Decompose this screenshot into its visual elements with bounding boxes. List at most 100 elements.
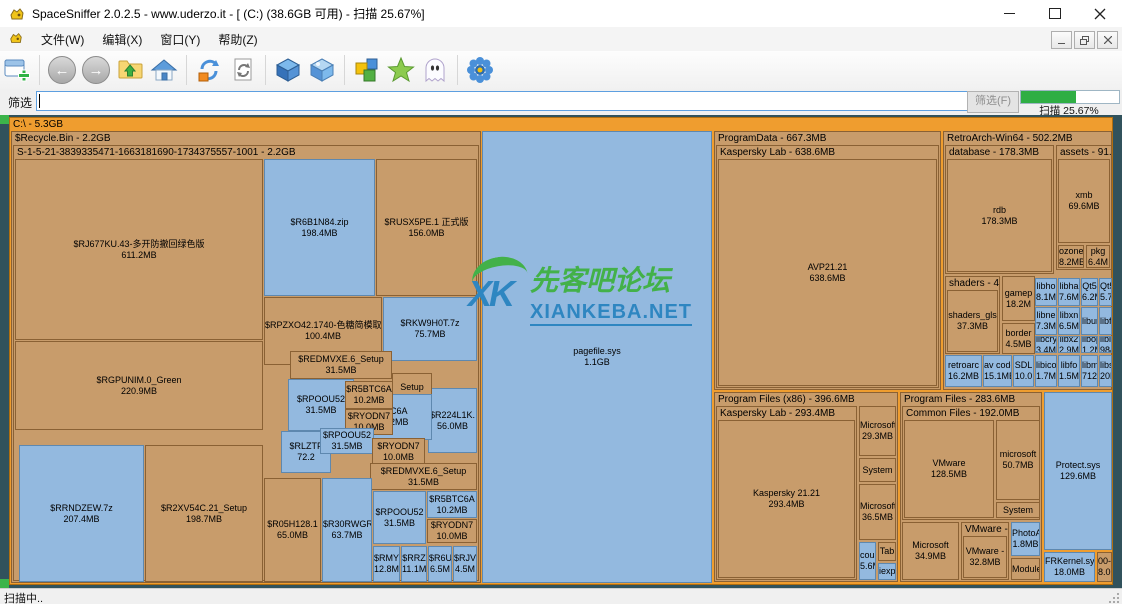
treemap-block-qt5-a[interactable]: Qt56.2M bbox=[1081, 278, 1098, 306]
treemap-block-iexp[interactable]: iexp bbox=[878, 563, 896, 580]
treemap-block-system-b[interactable]: System bbox=[996, 502, 1040, 518]
treemap-block-libfo[interactable]: libfo1.5M bbox=[1058, 355, 1080, 387]
treemap-block-libne[interactable]: libne7.3M bbox=[1035, 307, 1057, 335]
mdi-restore-button[interactable] bbox=[1074, 31, 1095, 49]
star-filter-button[interactable] bbox=[385, 54, 417, 86]
treemap-block-redmvxe-1[interactable]: $REDMVXE.6_Setup31.5MB bbox=[290, 351, 392, 379]
treemap-block-avp[interactable]: AVP21.21638.6MB bbox=[718, 159, 937, 386]
treemap-block-label: libxn6.5M bbox=[1059, 310, 1079, 332]
treemap-block-label: AVP21.21638.6MB bbox=[719, 262, 936, 284]
treemap-block-libico[interactable]: libico1.7M bbox=[1035, 355, 1057, 387]
treemap-block-liblz[interactable]: liblz984K bbox=[1099, 336, 1112, 353]
treemap-block-libxn[interactable]: libxn6.5M bbox=[1058, 307, 1080, 335]
resize-grip[interactable] bbox=[1109, 593, 1119, 603]
treemap-block-kaspersky-2121[interactable]: Kaspersky 21.21293.4MB bbox=[718, 420, 855, 578]
treemap-block-f002[interactable]: 00-28.0M bbox=[1097, 552, 1112, 582]
back-button[interactable]: ← bbox=[46, 54, 78, 86]
treemap-block-libcry[interactable]: libcry3.4M bbox=[1035, 336, 1057, 353]
elements-view-button[interactable] bbox=[351, 54, 383, 86]
treemap-block-rrz[interactable]: $RRZ11.1M bbox=[401, 546, 427, 582]
treemap-block-rusx5pe[interactable]: $RUSX5PE.1 正式版156.0MB bbox=[376, 159, 477, 296]
master-view-button[interactable] bbox=[272, 54, 304, 86]
treemap-block-rj677ku[interactable]: $RJ677KU.43-多开防撤回绿色版611.2MB bbox=[15, 159, 263, 340]
treemap-block-rrndzew[interactable]: $RRNDZEW.7z207.4MB bbox=[19, 445, 144, 582]
menu-window[interactable]: 窗口(Y) bbox=[151, 28, 209, 51]
ghost-filter-button[interactable] bbox=[419, 54, 451, 86]
treemap-block-libop[interactable]: libop1.2M bbox=[1081, 336, 1098, 353]
minimize-button[interactable] bbox=[987, 0, 1032, 27]
new-view-button[interactable] bbox=[1, 54, 33, 86]
treemap-block-r6u[interactable]: $R6U6.5M bbox=[428, 546, 452, 582]
treemap-block-libha[interactable]: libha7.6M bbox=[1058, 278, 1080, 306]
treemap-block-protect-sys[interactable]: Protect.sys129.6MB bbox=[1044, 392, 1112, 550]
treemap-block-redmvxe-2[interactable]: $REDMVXE.6_Setup31.5MB bbox=[370, 463, 477, 490]
maximize-button[interactable] bbox=[1032, 0, 1077, 27]
treemap-block-libfr[interactable]: libfr bbox=[1099, 307, 1112, 335]
treemap-block-rpoou-3[interactable]: $RPOOU5231.5MB bbox=[373, 491, 426, 544]
close-button[interactable] bbox=[1077, 0, 1122, 27]
menu-edit[interactable]: 编辑(X) bbox=[93, 28, 151, 51]
treemap-block-r5btc6a-1[interactable]: $R5BTC6A10.2MB bbox=[345, 381, 393, 409]
treemap-block-ryodn-2[interactable]: $RYODN710.0MB bbox=[372, 438, 425, 466]
treemap-block-ryodn-3[interactable]: $RYODN710.0MB bbox=[427, 519, 477, 543]
treemap-block-photoa[interactable]: PhotoA1.8MB bbox=[1011, 522, 1040, 556]
treemap-block-libm[interactable]: libm712K bbox=[1081, 355, 1098, 387]
treemap-block-ozone[interactable]: ozone8.2MB bbox=[1058, 245, 1084, 268]
treemap-block-vmware-big[interactable]: VMware128.5MB bbox=[904, 420, 994, 518]
treemap-block-r224l1k[interactable]: $R224L1K.56.0MB bbox=[428, 388, 477, 453]
treemap-block-rkw9h0t[interactable]: $RKW9H0T.7z75.7MB bbox=[383, 297, 477, 361]
treemap-block-label: VMware128.5MB bbox=[905, 458, 993, 480]
rescan-button[interactable] bbox=[193, 54, 225, 86]
treemap-block-rdb[interactable]: rdb178.3MB bbox=[947, 159, 1052, 272]
treemap-block-r5btc6a-2[interactable]: $R5BTC6A10.2MB bbox=[427, 491, 477, 518]
treemap-block-label: libcry3.4M bbox=[1036, 336, 1056, 353]
detail-view-button[interactable] bbox=[306, 54, 338, 86]
refresh-view-button[interactable] bbox=[227, 54, 259, 86]
mdi-minimize-button[interactable] bbox=[1051, 31, 1072, 49]
treemap-block-r2xv54c[interactable]: $R2XV54C.21_Setup198.7MB bbox=[145, 445, 263, 582]
treemap-block-coun[interactable]: coun5.6M bbox=[859, 542, 876, 580]
treemap-block-pagefile[interactable]: pagefile.sys1.1GB bbox=[482, 131, 712, 583]
treemap-block-vmware-sm[interactable]: VMware -32.8MB bbox=[963, 536, 1007, 578]
treemap-block-tab[interactable]: Tab bbox=[878, 542, 896, 561]
treemap-block-sdl[interactable]: SDL10.0 bbox=[1013, 355, 1034, 387]
treemap-block-module[interactable]: Module bbox=[1011, 558, 1040, 580]
treemap-block-rjv[interactable]: $RJV4.5M bbox=[453, 546, 477, 582]
treemap-block-shaders-gls[interactable]: shaders_gls37.3MB bbox=[947, 290, 998, 352]
treemap-block-rmy[interactable]: $RMY12.8M bbox=[373, 546, 400, 582]
mdi-close-button[interactable] bbox=[1097, 31, 1118, 49]
treemap-block-pkg[interactable]: pkg6.4M bbox=[1086, 245, 1110, 268]
treemap-block-microsoft-d[interactable]: Microsoft34.9MB bbox=[902, 522, 959, 580]
toolbar-separator bbox=[186, 55, 187, 85]
treemap-block-libho[interactable]: libho8.1M bbox=[1035, 278, 1057, 306]
treemap-block-rpoou-2[interactable]: $RPOOU5231.5MB bbox=[320, 428, 374, 454]
treemap-block-rgpunim[interactable]: $RGPUNIM.0_Green220.9MB bbox=[15, 341, 263, 430]
parent-folder-button[interactable] bbox=[114, 54, 146, 86]
filter-input[interactable] bbox=[36, 91, 968, 111]
treemap-block-system-a[interactable]: System bbox=[859, 458, 896, 482]
treemap-block-retroarc-exe[interactable]: retroarc16.2MB bbox=[945, 355, 982, 387]
treemap-block-libss[interactable]: libss20K bbox=[1099, 355, 1112, 387]
home-button[interactable] bbox=[148, 54, 180, 86]
treemap-block-frkernel[interactable]: FRKernel.sy18.0MB bbox=[1044, 552, 1095, 582]
menu-help[interactable]: 帮助(Z) bbox=[209, 28, 266, 51]
treemap-block-r6b1n84[interactable]: $R6B1N84.zip198.4MB bbox=[264, 159, 375, 296]
treemap-block-microsoft-b[interactable]: Microsoft36.5MB bbox=[859, 484, 896, 540]
treemap-block-gamep[interactable]: gamep18.2M bbox=[1002, 276, 1035, 321]
treemap-block-border[interactable]: border4.5MB bbox=[1002, 323, 1035, 354]
treemap-block-microsoft-a[interactable]: Microsoft29.3MB bbox=[859, 406, 896, 456]
treemap-block-qt5-b[interactable]: Qt55.7M bbox=[1099, 278, 1112, 306]
menu-file[interactable]: 文件(W) bbox=[32, 28, 93, 51]
treemap-block-libun[interactable]: libun bbox=[1081, 307, 1098, 335]
toolbar: ← → bbox=[0, 51, 1122, 90]
treemap-block-avcode[interactable]: av code15.1MB bbox=[983, 355, 1012, 387]
treemap-block-libx2[interactable]: libx22.9M bbox=[1058, 336, 1080, 353]
filter-button[interactable]: 筛选(F) bbox=[967, 91, 1019, 113]
forward-button[interactable]: → bbox=[80, 54, 112, 86]
options-flower-icon bbox=[466, 56, 494, 84]
treemap-block-xmb[interactable]: xmb69.6MB bbox=[1058, 159, 1110, 243]
treemap-block-r30rwgr[interactable]: $R30RWGR.63.7MB bbox=[322, 478, 372, 582]
treemap-block-microsoft-c[interactable]: microsoft50.7MB bbox=[996, 420, 1040, 500]
treemap-block-r05h128[interactable]: $R05H128.165.0MB bbox=[264, 478, 321, 582]
options-button[interactable] bbox=[464, 54, 496, 86]
